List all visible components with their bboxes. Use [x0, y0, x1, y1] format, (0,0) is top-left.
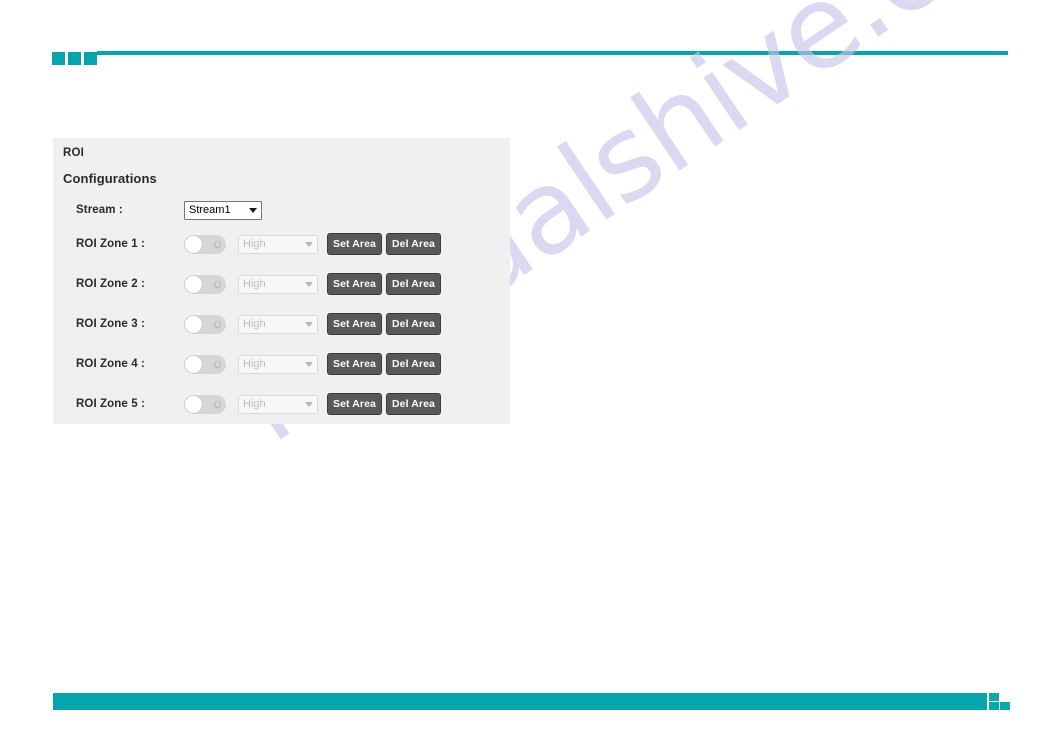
roi-priority-wrap-2: High: [238, 274, 318, 294]
roi-rows: Stream : Stream1 ROI Zone 1 : High Set A…: [53, 186, 510, 424]
footer-rule: [53, 693, 987, 710]
del-area-button-3[interactable]: Del Area: [386, 313, 441, 335]
toggle-knob-icon: [185, 395, 202, 413]
stream-select[interactable]: Stream1: [184, 200, 262, 220]
del-area-button-5[interactable]: Del Area: [386, 393, 441, 415]
roi-priority-select-1[interactable]: High: [238, 235, 318, 254]
footer-square-icon-2: [989, 702, 999, 710]
toggle-knob-icon: [185, 275, 202, 293]
del-area-button-4[interactable]: Del Area: [386, 353, 441, 375]
roi-zone-toggle-4[interactable]: [184, 354, 226, 374]
stream-label: Stream :: [76, 203, 123, 216]
stream-row: Stream : Stream1: [53, 195, 510, 224]
header-square-icon-1: [52, 52, 65, 65]
roi-zone-label-5: ROI Zone 5 :: [76, 398, 145, 410]
del-area-button-2[interactable]: Del Area: [386, 273, 441, 295]
toggle-knob-icon: [185, 355, 202, 373]
page-title: ROI: [63, 147, 85, 159]
header-square-icon-2: [68, 52, 81, 65]
footer-square-icon-1: [989, 693, 999, 701]
toggle-off-icon: [214, 360, 221, 368]
roi-zone-row-4: ROI Zone 4 : High Set Area Del Area: [53, 344, 510, 384]
roi-zone-toggle-2[interactable]: [184, 274, 226, 294]
header-square-icon-3: [84, 52, 97, 65]
toggle-off-icon: [214, 240, 221, 248]
roi-zone-toggle-3[interactable]: [184, 314, 226, 334]
toggle-off-icon: [214, 400, 221, 408]
page-root: manualshive.com ROI Configurations Strea…: [0, 0, 1063, 748]
roi-zone-toggle-1[interactable]: [184, 234, 226, 254]
roi-zone-row-2: ROI Zone 2 : High Set Area Del Area: [53, 264, 510, 304]
header-rule: [97, 51, 1008, 55]
stream-select-wrap: Stream1: [184, 200, 262, 220]
roi-priority-select-5[interactable]: High: [238, 395, 318, 414]
roi-zone-label-4: ROI Zone 4 :: [76, 358, 145, 370]
set-area-button-1[interactable]: Set Area: [327, 233, 382, 255]
roi-zone-toggle-5[interactable]: [184, 394, 226, 414]
roi-priority-select-2[interactable]: High: [238, 275, 318, 294]
toggle-knob-icon: [185, 235, 202, 253]
toggle-off-icon: [214, 320, 221, 328]
page-header: [0, 0, 1063, 90]
roi-priority-select-3[interactable]: High: [238, 315, 318, 334]
set-area-button-5[interactable]: Set Area: [327, 393, 382, 415]
roi-panel: ROI Configurations Stream : Stream1 ROI …: [53, 138, 510, 424]
footer-square-icon-3: [1000, 702, 1010, 710]
roi-zone-label-3: ROI Zone 3 :: [76, 318, 145, 330]
roi-priority-wrap-5: High: [238, 394, 318, 414]
roi-zone-row-3: ROI Zone 3 : High Set Area Del Area: [53, 304, 510, 344]
set-area-button-4[interactable]: Set Area: [327, 353, 382, 375]
roi-priority-select-4[interactable]: High: [238, 355, 318, 374]
roi-priority-wrap-4: High: [238, 354, 318, 374]
section-title: Configurations: [63, 171, 157, 186]
toggle-knob-icon: [185, 315, 202, 333]
set-area-button-2[interactable]: Set Area: [327, 273, 382, 295]
page-footer: [0, 688, 1063, 748]
roi-zone-row-1: ROI Zone 1 : High Set Area Del Area: [53, 224, 510, 264]
roi-zone-row-5: ROI Zone 5 : High Set Area Del Area: [53, 384, 510, 424]
toggle-off-icon: [214, 280, 221, 288]
roi-priority-wrap-3: High: [238, 314, 318, 334]
roi-zone-label-1: ROI Zone 1 :: [76, 238, 145, 250]
roi-priority-wrap-1: High: [238, 234, 318, 254]
set-area-button-3[interactable]: Set Area: [327, 313, 382, 335]
del-area-button-1[interactable]: Del Area: [386, 233, 441, 255]
roi-zone-label-2: ROI Zone 2 :: [76, 278, 145, 290]
